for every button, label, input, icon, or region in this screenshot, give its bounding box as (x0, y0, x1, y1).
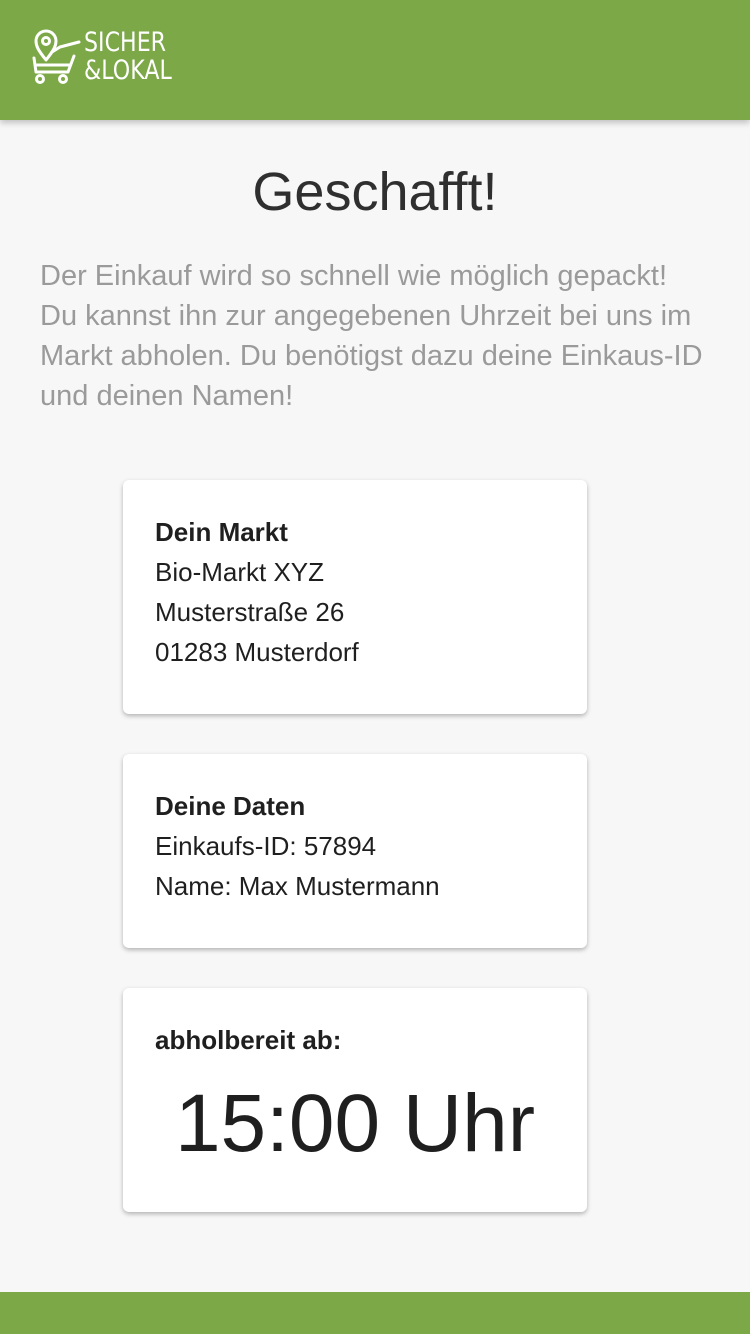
app-header: SICHER &LOKAL (0, 0, 750, 120)
market-name: Bio-Markt XYZ (155, 557, 325, 587)
order-id: Einkaufs-ID: 57894 (155, 831, 377, 861)
market-street: Musterstraße 26 (155, 597, 345, 627)
page-title: Geschafft! (252, 162, 498, 222)
location-cart-icon (32, 29, 81, 84)
market-city: 01283 Musterdorf (155, 637, 359, 667)
customer-data-card: Deine Daten Einkaufs-ID: 57894 Name: Max… (123, 754, 587, 948)
brand-name: SICHER &LOKAL (84, 29, 172, 85)
app-footer (0, 1292, 750, 1334)
market-card-heading: Dein Markt (155, 517, 288, 547)
customer-name: Name: Max Mustermann (155, 871, 440, 901)
pickup-heading: abholbereit ab: (155, 1025, 342, 1055)
customer-data-heading: Deine Daten (155, 791, 306, 821)
pickup-time: 15:00 Uhr (174, 1078, 536, 1169)
market-card: Dein Markt Bio-Markt XYZ Musterstraße 26… (123, 480, 587, 714)
intro-line-pickup: Du kannst ihn zur angegebenen Uhrzeit be… (40, 300, 703, 412)
intro-text: Der Einkauf wird so schnell wie möglich … (40, 256, 720, 416)
brand-name-line2: &LOKAL (84, 55, 172, 86)
brand-logo[interactable]: SICHER &LOKAL (30, 28, 191, 86)
brand-name-line1: SICHER (84, 27, 167, 58)
intro-line-packing: Der Einkauf wird so schnell wie möglich … (40, 260, 667, 292)
pickup-card: abholbereit ab: 15:00 Uhr (123, 988, 587, 1212)
